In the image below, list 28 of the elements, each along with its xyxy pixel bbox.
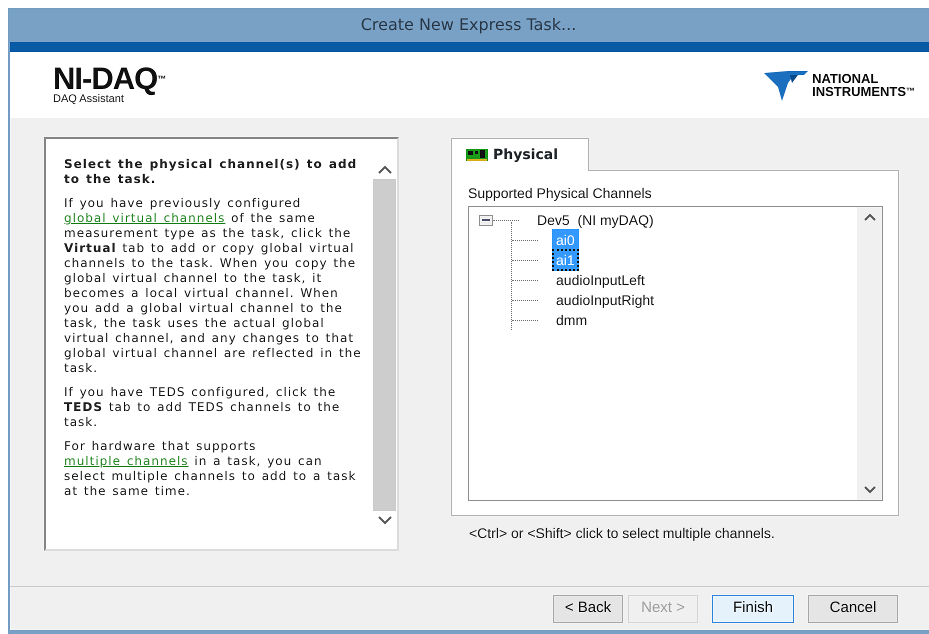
- device-node[interactable]: Dev5 (NI myDAQ): [537, 210, 654, 230]
- help-link[interactable]: multiple channels: [64, 454, 189, 468]
- hint-text: <Ctrl> or <Shift> click to select multiple channels.: [469, 524, 776, 543]
- scroll-down-icon[interactable]: [862, 485, 876, 494]
- scroll-thumb[interactable]: [373, 179, 396, 511]
- scroll-up-icon[interactable]: [862, 213, 876, 222]
- vendor-logo: NATIONAL INSTRUMENTS™: [812, 72, 915, 98]
- wizard-button[interactable]: Finish: [712, 594, 794, 622]
- channel-item[interactable]: audioInputRight: [552, 289, 658, 311]
- scroll-up-icon[interactable]: [376, 165, 392, 175]
- wizard-button[interactable]: Cancel: [808, 594, 898, 622]
- collapse-toggle-icon[interactable]: [479, 214, 493, 226]
- help-paragraph: If you have TEDS configured, click the TEDS tab to add TEDS channels to the task.: [64, 385, 342, 430]
- product-subtitle: DAQ Assistant: [53, 93, 124, 105]
- wizard-button[interactable]: < Back: [553, 594, 623, 622]
- channel-item[interactable]: audioInputLeft: [552, 269, 649, 291]
- window-title: Create New Express Task...: [360, 14, 576, 36]
- channels-label: Supported Physical Channels: [468, 184, 653, 203]
- help-paragraph: If you have previously configured global virtual channels of the same measurement type as the task, click the Virtual tab to add or copy global virtual channels to the task. When you copy the global virtual channel to the task, it becomes a local virtual channel. When you add a global virtual channel to the task, the task uses the actual global virtual channel, and any changes to that global virtual channel are reflected in the task.: [64, 196, 363, 376]
- product-logo: NI-DAQ™: [53, 65, 166, 93]
- tab[interactable]: Physical: [451, 138, 589, 171]
- scroll-down-icon[interactable]: [376, 515, 392, 525]
- channel-item[interactable]: dmm: [552, 309, 592, 331]
- scrollbar[interactable]: [857, 207, 882, 500]
- help-link[interactable]: global virtual channels: [64, 211, 226, 225]
- circuit-board-icon: [466, 148, 488, 162]
- help-heading: Select the physical channel(s) to add to the task.: [64, 157, 358, 187]
- help-paragraph: For hardware that supports multiple channels in a task, you can select multiple channels to add to a task at the same time.: [64, 439, 358, 499]
